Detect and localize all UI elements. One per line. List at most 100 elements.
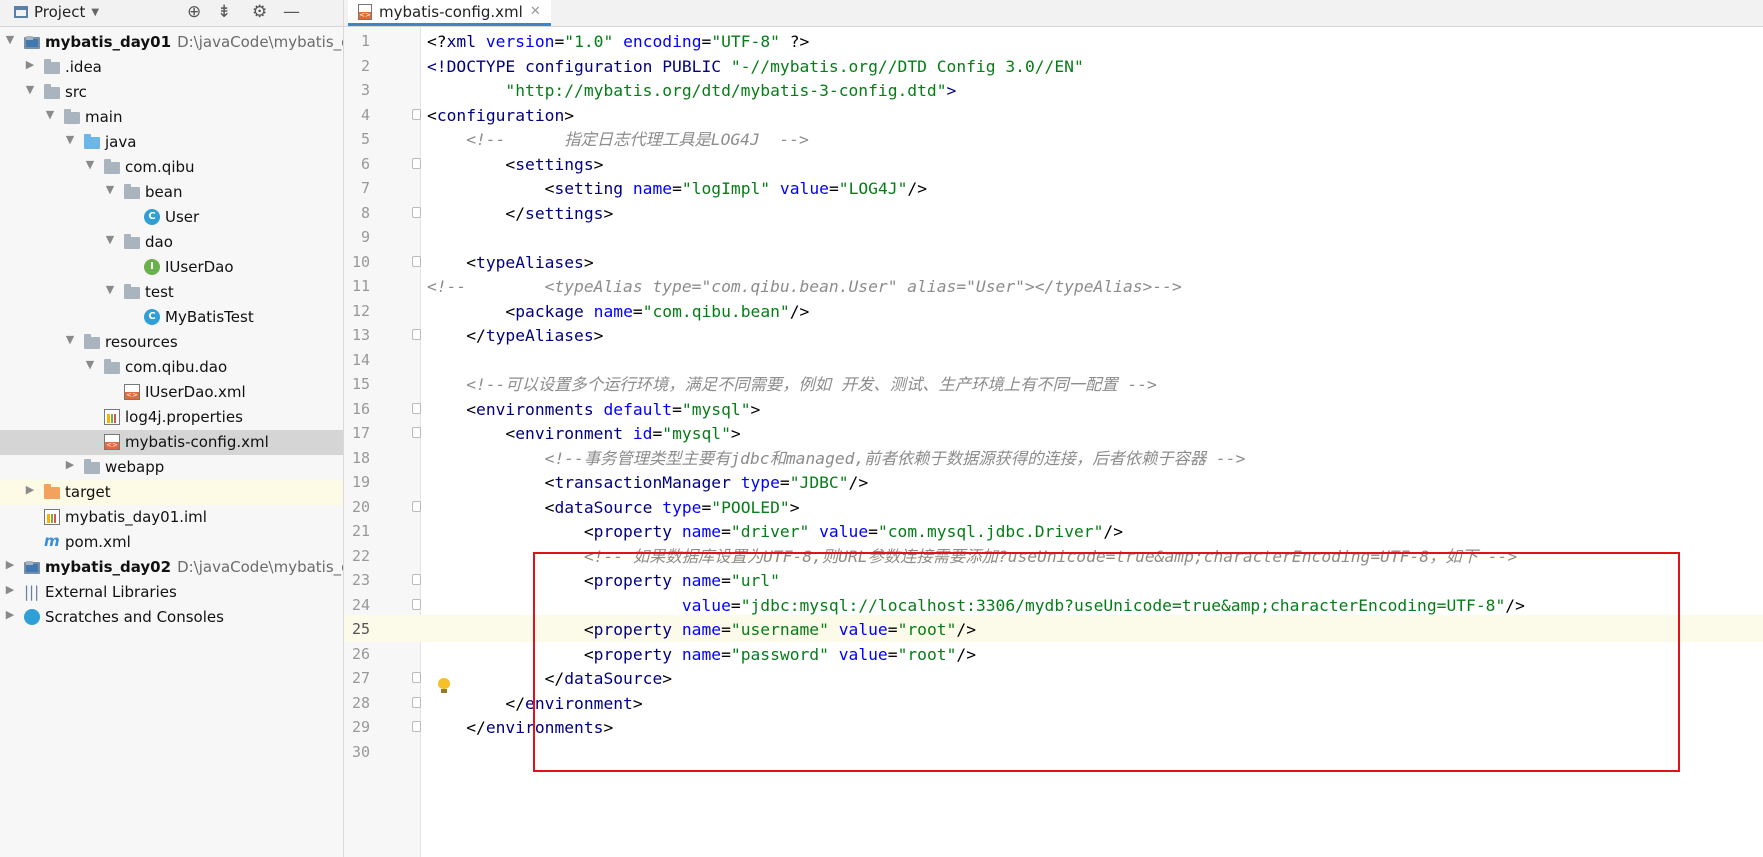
expanded-arrow-icon[interactable]: ▼ — [104, 184, 116, 196]
collapsed-arrow-icon[interactable]: ▶ — [4, 584, 16, 596]
iml-file-icon — [44, 509, 60, 525]
expanded-arrow-icon[interactable]: ▼ — [104, 284, 116, 296]
tree-item-name: log4j.properties — [125, 408, 243, 426]
tree-item-label: com.qibu — [125, 158, 195, 176]
code-token: <? — [427, 32, 447, 51]
code-token: < — [427, 105, 437, 125]
tree-item[interactable]: ▶ target — [0, 480, 343, 505]
collapse-all-icon[interactable]: ⇟ — [217, 2, 231, 22]
fold-marker-icon[interactable] — [412, 108, 421, 120]
tab-mybatis-config[interactable]: <> mybatis-config.xml ✕ — [348, 0, 551, 26]
collapsed-arrow-icon[interactable]: ▶ — [64, 459, 76, 471]
expanded-arrow-icon[interactable]: ▼ — [64, 334, 76, 346]
tree-item[interactable]: ▼ com.qibu — [0, 155, 343, 180]
code-token: = — [672, 399, 682, 419]
fold-marker-icon[interactable] — [412, 402, 421, 414]
tree-item[interactable]: ▶ mybatis_day02 D:\javaCode\mybatis_da — [0, 555, 343, 580]
project-title: Project — [34, 3, 86, 21]
code-token: = — [554, 32, 565, 51]
fold-marker-icon[interactable] — [412, 574, 421, 585]
line-number: 22 — [351, 546, 370, 565]
tree-item[interactable]: mybatis-config.xml — [0, 430, 343, 455]
tree-item-label: IUserDao — [165, 258, 234, 276]
fold-marker-icon[interactable] — [412, 598, 421, 610]
tree-item[interactable]: ▶ .idea — [0, 55, 343, 80]
tree-item[interactable]: m pom.xml — [0, 530, 343, 555]
tree-item[interactable]: ▶ ||| External Libraries — [0, 580, 343, 605]
tree-item[interactable]: ▼ dao — [0, 230, 343, 255]
tree-item[interactable]: ▼ test — [0, 280, 343, 305]
code-token: > — [564, 105, 575, 125]
tree-item[interactable]: ▼ resources — [0, 330, 343, 355]
collapsed-arrow-icon[interactable]: ▶ — [4, 609, 16, 621]
code-line: <configuration> — [427, 102, 574, 129]
tree-item-name: com.qibu — [125, 158, 195, 176]
tree-item[interactable]: mybatis_day01.iml — [0, 505, 343, 530]
line-number: 30 — [351, 742, 370, 761]
hide-panel-icon[interactable]: — — [283, 2, 300, 22]
fold-marker-icon[interactable] — [412, 672, 421, 683]
fold-marker-icon[interactable] — [412, 255, 421, 267]
tree-item-label: test — [145, 283, 174, 301]
expanded-arrow-icon[interactable]: ▼ — [24, 84, 36, 96]
code-token: type — [652, 497, 702, 517]
collapsed-arrow-icon[interactable]: ▶ — [24, 484, 36, 496]
gear-icon[interactable]: ⚙ — [252, 2, 267, 22]
fold-marker-icon[interactable] — [412, 500, 421, 512]
line-number: 14 — [351, 350, 370, 369]
tree-item[interactable]: ▼ src — [0, 80, 343, 105]
line-number: 27 — [351, 669, 370, 687]
close-icon[interactable]: ✕ — [530, 4, 541, 19]
tree-item-label: mybatis_day01 D:\javaCode\mybatis_da — [45, 33, 343, 51]
tree-item[interactable]: ▼ com.qibu.dao — [0, 355, 343, 380]
tree-item-label: com.qibu.dao — [125, 358, 227, 376]
code-token: "JDBC" — [789, 473, 849, 492]
code-token: "-//mybatis.org//DTD Config 3.0//EN" — [730, 56, 1084, 76]
module-path: D:\javaCode\mybatis_da — [177, 558, 344, 576]
maven-icon: m — [44, 532, 60, 550]
collapsed-arrow-icon[interactable]: ▶ — [24, 59, 36, 71]
tree-item[interactable]: ▶ Scratches and Consoles — [0, 605, 343, 630]
module-icon — [24, 36, 40, 49]
fold-marker-icon[interactable] — [412, 721, 421, 732]
line-number: 19 — [351, 473, 370, 491]
code-token: <!-- 指定日志代理工具是LOG4J --> — [466, 130, 809, 149]
tree-item[interactable]: ▼ mybatis_day01 D:\javaCode\mybatis_da — [0, 30, 343, 55]
tree-item[interactable]: I IUserDao — [0, 255, 343, 280]
code-token: dataSource — [554, 497, 653, 517]
project-icon — [14, 6, 28, 18]
tree-item[interactable]: IUserDao.xml — [0, 380, 343, 405]
line-number: 24 — [351, 595, 370, 614]
code-line: <property name="driver" value="com.mysql… — [427, 518, 1123, 545]
tree-item[interactable]: ▶ webapp — [0, 455, 343, 480]
tree-item[interactable]: C MyBatisTest — [0, 305, 343, 330]
code-token: version — [476, 32, 555, 51]
fold-marker-icon[interactable] — [412, 157, 421, 169]
code-token: "UTF-8" — [711, 32, 780, 51]
expanded-arrow-icon[interactable]: ▼ — [84, 159, 96, 171]
code-token: = — [672, 179, 682, 198]
tree-item[interactable]: log4j.properties — [0, 405, 343, 430]
project-tree: ▼ mybatis_day01 D:\javaCode\mybatis_da ▶ .id… — [0, 30, 343, 630]
expanded-arrow-icon[interactable]: ▼ — [104, 234, 116, 246]
tree-item[interactable]: ▼ java — [0, 130, 343, 155]
expanded-arrow-icon[interactable]: ▼ — [64, 134, 76, 146]
code-token: name — [623, 179, 673, 198]
intention-bulb-icon[interactable] — [437, 678, 451, 693]
tree-item[interactable]: C User — [0, 205, 343, 230]
collapsed-arrow-icon[interactable]: ▶ — [4, 559, 16, 571]
locate-icon[interactable]: ⊕ — [187, 2, 201, 22]
fold-marker-icon[interactable] — [412, 427, 421, 438]
fold-marker-icon[interactable] — [412, 329, 421, 340]
fold-marker-icon[interactable] — [412, 206, 421, 218]
project-view-selector[interactable]: Project ▼ — [14, 3, 99, 21]
tree-item[interactable]: ▼ main — [0, 105, 343, 130]
xml-file-icon — [124, 384, 140, 400]
fold-marker-icon[interactable] — [412, 696, 421, 708]
code-token: > — [946, 81, 957, 100]
expanded-arrow-icon[interactable]: ▼ — [84, 359, 96, 371]
expanded-arrow-icon[interactable]: ▼ — [44, 109, 56, 121]
expanded-arrow-icon[interactable]: ▼ — [4, 34, 16, 46]
tree-item[interactable]: ▼ bean — [0, 180, 343, 205]
